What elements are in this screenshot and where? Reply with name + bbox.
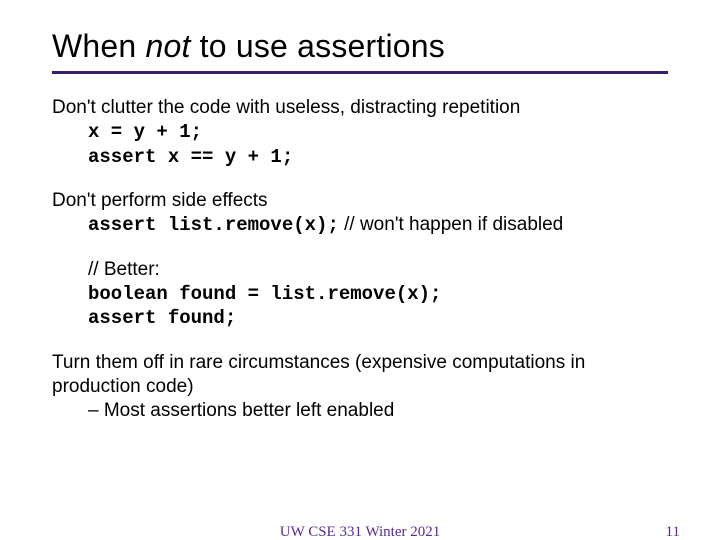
code-found-assign: boolean found = list.remove(x);: [88, 282, 668, 306]
para-clutter: Don't clutter the code with useless, dis…: [52, 96, 668, 169]
footer-page-number: 11: [666, 524, 680, 540]
para-turn-off: Turn them off in rare circumstances (exp…: [52, 351, 668, 424]
title-text-2: to use assertions: [191, 28, 445, 64]
title-emph: not: [145, 28, 190, 64]
para-side-effects-lead: Don't perform side effects: [52, 189, 668, 213]
slide: When not to use assertions Don't clutter…: [0, 0, 720, 540]
code-assert-redundant: assert x == y + 1;: [88, 145, 668, 169]
code-side-effect: assert list.remove(x);: [88, 214, 339, 236]
slide-title: When not to use assertions: [52, 28, 668, 65]
comment-disabled: // won't happen if disabled: [339, 214, 563, 235]
para-clutter-lead: Don't clutter the code with useless, dis…: [52, 96, 668, 120]
title-text-1: When: [52, 28, 145, 64]
code-assign: x = y + 1;: [88, 120, 668, 144]
slide-body: Don't clutter the code with useless, dis…: [52, 96, 668, 423]
comment-better: // Better:: [88, 258, 668, 282]
code-assert-found: assert found;: [88, 306, 668, 330]
code-side-effect-line: assert list.remove(x); // won't happen i…: [88, 213, 668, 237]
para-turn-off-lead: Turn them off in rare circumstances (exp…: [52, 351, 668, 400]
para-better: // Better: boolean found = list.remove(x…: [52, 258, 668, 331]
title-rule: [52, 71, 668, 74]
bullet-left-enabled: Most assertions better left enabled: [88, 399, 668, 423]
para-side-effects: Don't perform side effects assert list.r…: [52, 189, 668, 238]
footer-course: UW CSE 331 Winter 2021: [280, 524, 441, 540]
